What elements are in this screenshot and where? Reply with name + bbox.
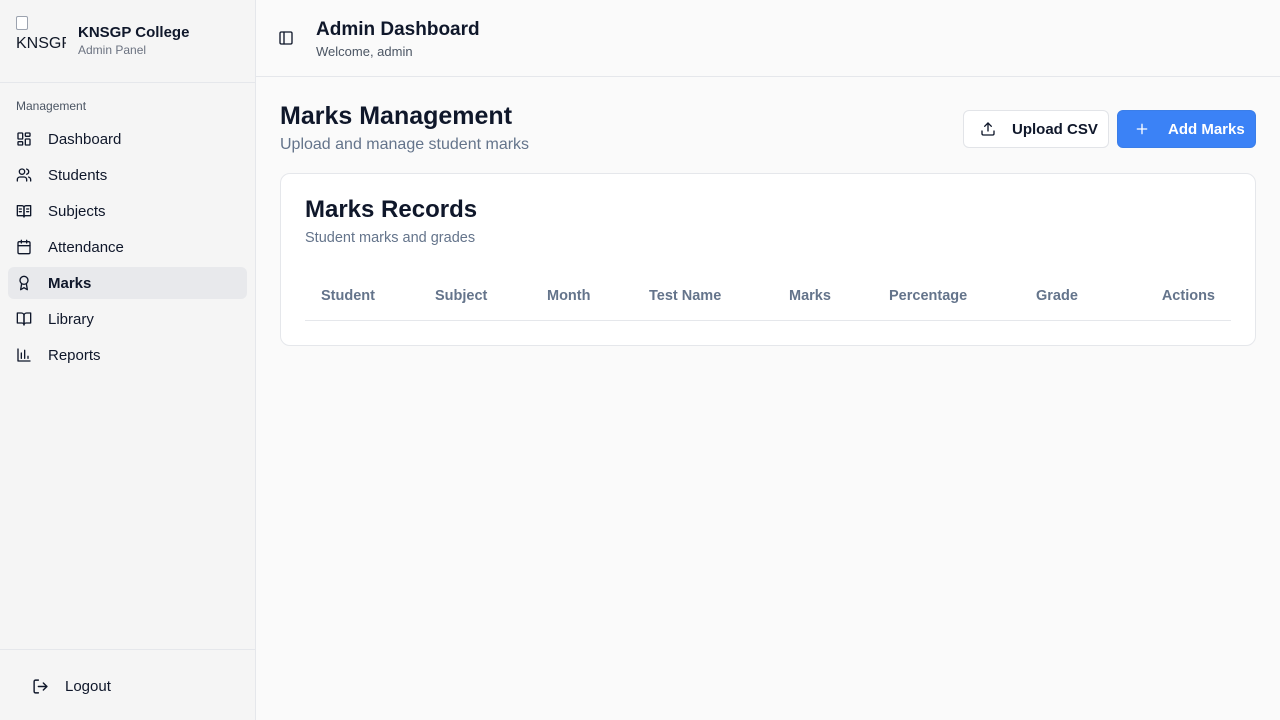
card-title: Marks Records bbox=[305, 196, 478, 223]
add-marks-button[interactable]: Add Marks bbox=[1117, 110, 1256, 148]
header-welcome: Welcome, admin bbox=[316, 44, 413, 59]
sidebar-item-label: Attendance bbox=[48, 238, 124, 256]
card-subtitle: Student marks and grades bbox=[305, 230, 476, 246]
add-marks-label: Add Marks bbox=[1168, 120, 1245, 138]
column-header-student[interactable]: Student bbox=[321, 288, 375, 304]
brand-title: KNSGP College bbox=[78, 24, 190, 41]
book-open-icon bbox=[16, 203, 32, 219]
marks-records-card: Marks Records Student marks and grades S… bbox=[280, 173, 1256, 346]
column-header-percentage[interactable]: Percentage bbox=[889, 288, 967, 304]
column-header-test-name[interactable]: Test Name bbox=[649, 288, 721, 304]
sidebar-item-dashboard[interactable]: Dashboard bbox=[8, 123, 247, 155]
logout-icon bbox=[33, 678, 48, 694]
college-logo: KNSGP College bbox=[16, 16, 66, 66]
plus-icon bbox=[1136, 123, 1148, 135]
sidebar-item-label: Marks bbox=[48, 274, 92, 292]
sidebar-item-label: Students bbox=[48, 166, 108, 184]
column-header-month[interactable]: Month bbox=[547, 288, 590, 304]
logout-button[interactable]: Logout bbox=[24, 670, 119, 702]
sidebar-item-students[interactable]: Students bbox=[8, 159, 247, 191]
column-header-grade[interactable]: Grade bbox=[1036, 288, 1078, 304]
sidebar-group-label: Management bbox=[16, 99, 87, 113]
brand-subtitle: Admin Panel bbox=[78, 43, 147, 57]
logo-alt-text: KNSGP College bbox=[16, 35, 66, 52]
logout-label: Logout bbox=[65, 677, 111, 695]
award-icon bbox=[16, 275, 32, 291]
column-header-marks[interactable]: Marks bbox=[789, 288, 831, 304]
column-header-subject[interactable]: Subject bbox=[435, 288, 487, 304]
upload-csv-label: Upload CSV bbox=[1012, 120, 1098, 138]
table-header-row: Student Subject Month Test Name Marks Pe… bbox=[305, 273, 1231, 321]
sidebar-brand: KNSGP College KNSGP College Admin Panel bbox=[0, 0, 255, 83]
sidebar-item-label: Dashboard bbox=[48, 130, 122, 148]
sidebar-item-reports[interactable]: Reports bbox=[8, 339, 247, 371]
header-title: Admin Dashboard bbox=[316, 19, 480, 40]
upload-icon bbox=[981, 122, 995, 136]
top-header: Admin Dashboard Welcome, admin bbox=[256, 0, 1280, 77]
sidebar: KNSGP College KNSGP College Admin Panel … bbox=[0, 0, 256, 720]
bar-chart-icon bbox=[16, 347, 32, 363]
sidebar-footer: Logout bbox=[0, 649, 255, 720]
sidebar-item-library[interactable]: Library bbox=[8, 303, 247, 335]
page-subtitle: Upload and manage student marks bbox=[280, 136, 530, 153]
sidebar-item-label: Reports bbox=[48, 346, 101, 364]
column-header-actions[interactable]: Actions bbox=[1162, 288, 1215, 304]
sidebar-item-label: Library bbox=[48, 310, 94, 328]
book-icon bbox=[16, 311, 32, 327]
sidebar-item-subjects[interactable]: Subjects bbox=[8, 195, 247, 227]
panel-left-icon bbox=[279, 31, 293, 45]
sidebar-nav: Dashboard Students Subjects Attendance M… bbox=[8, 123, 247, 375]
upload-csv-button[interactable]: Upload CSV bbox=[963, 110, 1109, 148]
sidebar-toggle-button[interactable] bbox=[276, 28, 296, 48]
calendar-icon bbox=[16, 239, 32, 255]
broken-image-icon bbox=[16, 16, 28, 30]
sidebar-item-marks[interactable]: Marks bbox=[8, 267, 247, 299]
sidebar-item-attendance[interactable]: Attendance bbox=[8, 231, 247, 263]
dashboard-icon bbox=[16, 131, 32, 147]
sidebar-item-label: Subjects bbox=[48, 202, 106, 220]
users-icon bbox=[16, 167, 32, 183]
page-title: Marks Management bbox=[280, 102, 513, 130]
